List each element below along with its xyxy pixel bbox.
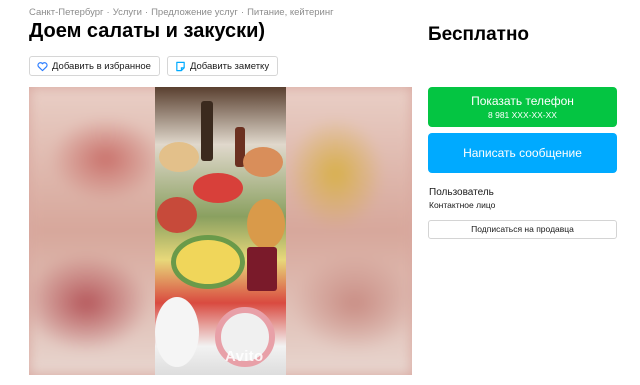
avito-watermark: Avito (225, 348, 264, 365)
photo-gallery[interactable]: Avito (29, 87, 412, 375)
breadcrumb-separator: · (240, 7, 245, 18)
subscribe-to-seller-button[interactable]: Подписаться на продавца (428, 220, 617, 239)
add-to-favorites-label: Добавить в избранное (52, 60, 151, 72)
photo-plate (157, 197, 197, 233)
photo-plate (159, 142, 199, 172)
photo-plate (193, 173, 243, 203)
note-icon (175, 61, 186, 72)
photo-plate (155, 297, 199, 367)
masked-phone-number: 8 981 XXX-XX-XX (488, 110, 557, 120)
breadcrumb: Санкт-Петербург · Услуги · Предложение услуг… (29, 7, 334, 18)
listing-photo[interactable] (155, 87, 286, 375)
listing-price: Бесплатно (428, 24, 530, 45)
listing-actions: Добавить в избранное Добавить заметку (29, 56, 279, 76)
add-to-favorites-button[interactable]: Добавить в избранное (29, 56, 160, 76)
photo-glass (247, 247, 277, 291)
seller-name[interactable]: Пользователь (429, 187, 494, 198)
show-phone-button[interactable]: Показать телефон 8 981 XXX-XX-XX (428, 87, 617, 127)
breadcrumb-item-services[interactable]: Услуги (113, 7, 142, 18)
add-note-label: Добавить заметку (189, 60, 270, 72)
breadcrumb-separator: · (144, 7, 149, 18)
photo-plate (247, 199, 285, 249)
breadcrumb-item-city[interactable]: Санкт-Петербург (29, 7, 104, 18)
breadcrumb-item-catering[interactable]: Питание, кейтеринг (247, 7, 333, 18)
breadcrumb-separator: · (106, 7, 110, 18)
photo-plate (171, 235, 245, 289)
show-phone-label: Показать телефон (471, 94, 574, 108)
photo-plate (243, 147, 283, 177)
add-note-button[interactable]: Добавить заметку (166, 56, 279, 76)
seller-type: Контактное лицо (429, 200, 496, 210)
photo-bottle (201, 101, 213, 161)
breadcrumb-item-service-offer[interactable]: Предложение услуг (151, 7, 238, 18)
listing-title: Доем салаты и закуски) (29, 20, 266, 42)
heart-icon (37, 61, 48, 72)
write-message-button[interactable]: Написать сообщение (428, 133, 617, 173)
